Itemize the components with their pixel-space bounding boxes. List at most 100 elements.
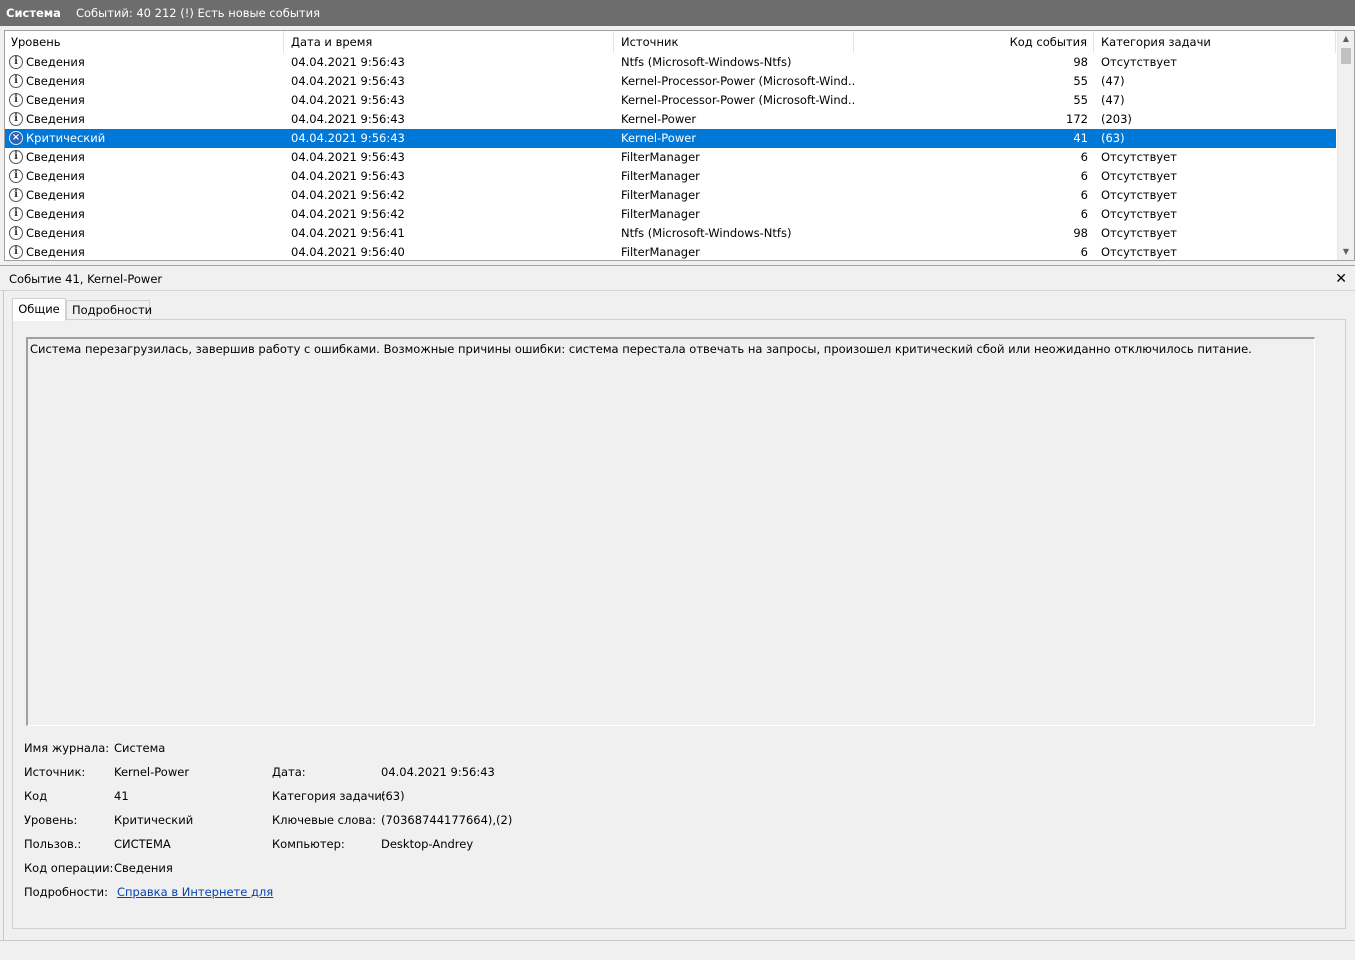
cell-source: Kernel-Processor-Power (Microsoft-Wind..… [621,93,854,107]
event-description[interactable]: Система перезагрузилась, завершив работу… [26,337,1315,726]
scroll-down-icon[interactable]: ▼ [1338,244,1354,260]
critical-icon: × [9,131,23,145]
detail-title-text: Событие 41, Kernel-Power [9,272,163,286]
cell-task-category: Отсутствует [1101,55,1177,69]
cell-date: 04.04.2021 9:56:43 [291,74,405,88]
cell-level-text: Сведения [26,93,85,107]
scroll-up-icon[interactable]: ▲ [1338,31,1354,47]
cell-level-text: Сведения [26,226,85,240]
left-border [0,267,4,940]
opcode-value: Сведения [114,861,173,875]
online-help-link[interactable]: Справка в Интернете для [117,885,273,899]
table-row[interactable]: i Сведения 04.04.2021 9:56:43 Ntfs (Microso… [5,53,1336,72]
user-value: СИСТЕМА [114,837,171,851]
log-header-bar: Система Событий: 40 212 (!) Есть новые с… [0,0,1355,26]
cell-level-text: Сведения [26,74,85,88]
cell-task-category: Отсутствует [1101,150,1177,164]
table-row[interactable]: i Сведения 04.04.2021 9:56:43 FilterManager… [5,167,1336,186]
cell-source: Kernel-Processor-Power (Microsoft-Wind..… [621,74,854,88]
keywords-label: Ключевые слова: [272,813,377,827]
cell-date: 04.04.2021 9:56:43 [291,169,405,183]
column-header-task-category[interactable]: Категория задачи [1094,31,1336,53]
cell-task-category: (47) [1101,74,1125,88]
scroll-thumb[interactable] [1341,48,1351,64]
cell-level-text: Сведения [26,55,85,69]
source-label: Источник: [24,765,86,779]
cell-task-category: Отсутствует [1101,169,1177,183]
table-row[interactable]: i Сведения 04.04.2021 9:56:43 Kernel-Proces… [5,72,1336,91]
cell-task-category: Отсутствует [1101,226,1177,240]
cell-level: i Сведения [5,148,284,167]
info-icon: i [9,188,23,202]
cell-source: FilterManager [621,169,700,183]
table-row[interactable]: × Критический 04.04.2021 9:56:43 Kernel-Pow… [5,129,1336,148]
cell-level: i Сведения [5,53,284,72]
level-value: Критический [114,813,194,827]
cell-level-text: Сведения [26,150,85,164]
level-label: Уровень: [24,813,78,827]
general-tab-panel: Система перезагрузилась, завершив работу… [12,319,1346,929]
cell-date: 04.04.2021 9:56:42 [291,188,405,202]
cell-task-category: (63) [1101,131,1125,145]
cell-level: i Сведения [5,72,284,91]
table-row[interactable]: i Сведения 04.04.2021 9:56:42 FilterManager… [5,205,1336,224]
computer-value: Desktop-Andrey [381,837,474,851]
cell-source: FilterManager [621,150,700,164]
cell-level: i Сведения [5,167,284,186]
bottom-divider [0,940,1355,941]
cell-source: FilterManager [621,207,700,221]
table-row[interactable]: i Сведения 04.04.2021 9:56:40 FilterManager… [5,243,1336,260]
cell-level: i Сведения [5,243,284,260]
source-value: Kernel-Power [114,765,190,779]
info-icon: i [9,55,23,69]
log-name: Система [6,6,61,20]
cell-source: Kernel-Power [621,112,697,126]
table-header: Уровень Дата и время Источник Код событи… [5,31,1336,53]
info-icon: i [9,74,23,88]
cell-date: 04.04.2021 9:56:40 [291,245,405,259]
cell-level: i Сведения [5,224,284,243]
info-icon: i [9,245,23,259]
cell-event-id: 6 [1080,245,1088,259]
events-table[interactable]: Уровень Дата и время Источник Код событи… [4,30,1355,261]
more-info-label: Подробности: [24,885,108,899]
cell-event-id: 6 [1080,150,1088,164]
opcode-label: Код операции: [24,861,114,875]
close-icon[interactable]: ✕ [1335,267,1347,291]
cell-date: 04.04.2021 9:56:43 [291,55,405,69]
column-header-source[interactable]: Источник [614,31,854,53]
cell-date: 04.04.2021 9:56:43 [291,112,405,126]
cell-date: 04.04.2021 9:56:43 [291,93,405,107]
date-label: Дата: [272,765,306,779]
pane-splitter[interactable] [0,262,1355,266]
column-header-event-id[interactable]: Код события [854,31,1094,53]
event-detail-title: Событие 41, Kernel-Power ✕ [0,267,1355,291]
cell-level-text: Сведения [26,207,85,221]
cell-task-category: Отсутствует [1101,207,1177,221]
column-header-level[interactable]: Уровень [5,31,284,53]
info-icon: i [9,226,23,240]
info-icon: i [9,150,23,164]
tab-general[interactable]: Общие [12,298,66,321]
log-name-value: Система [114,741,166,755]
table-row[interactable]: i Сведения 04.04.2021 9:56:42 FilterManager… [5,186,1336,205]
table-row[interactable]: i Сведения 04.04.2021 9:56:43 Kernel-Proces… [5,91,1336,110]
table-scrollbar[interactable]: ▲ ▼ [1337,31,1354,260]
event-count-info: Событий: 40 212 (!) Есть новые события [75,6,320,20]
cell-date: 04.04.2021 9:56:41 [291,226,405,240]
column-header-date[interactable]: Дата и время [284,31,614,53]
cell-level-text: Сведения [26,112,85,126]
cell-level: i Сведения [5,91,284,110]
cell-level-text: Сведения [26,169,85,183]
cell-date: 04.04.2021 9:56:43 [291,150,405,164]
table-row[interactable]: i Сведения 04.04.2021 9:56:43 Kernel-Power 1… [5,110,1336,129]
cell-source: FilterManager [621,245,700,259]
table-row[interactable]: i Сведения 04.04.2021 9:56:41 Ntfs (Microso… [5,224,1336,243]
table-row[interactable]: i Сведения 04.04.2021 9:56:43 FilterManager… [5,148,1336,167]
tab-details[interactable]: Подробности [66,300,152,320]
log-name-label: Имя журнала: [24,741,110,755]
cell-level-text: Сведения [26,245,85,259]
cell-event-id: 55 [1073,93,1088,107]
cell-event-id: 6 [1080,188,1088,202]
cell-event-id: 98 [1073,55,1088,69]
